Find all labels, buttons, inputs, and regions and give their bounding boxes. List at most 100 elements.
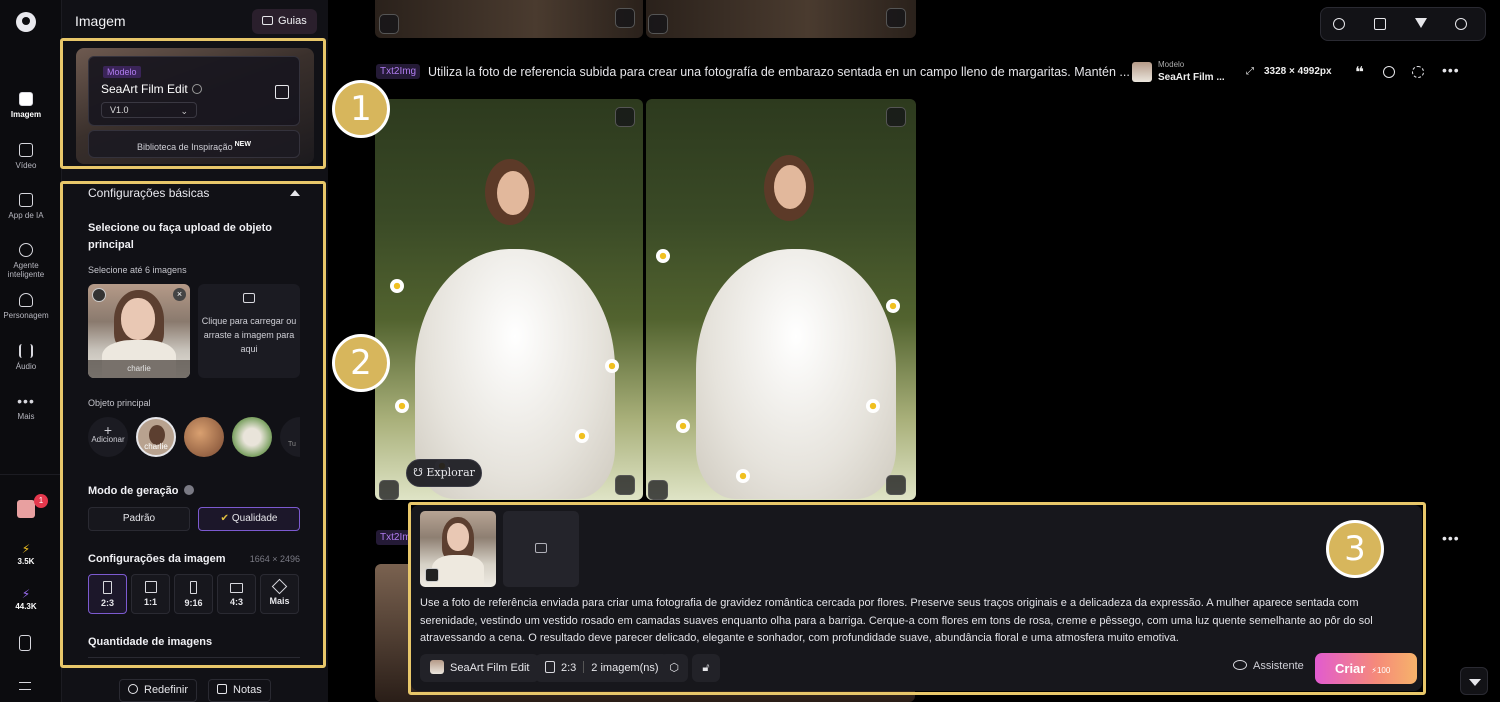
model-chip[interactable]: SeaArt Film Edit xyxy=(420,654,540,682)
section-heading[interactable]: Configurações básicas xyxy=(88,186,209,200)
new-badge: NEW xyxy=(234,141,251,148)
grid-icon[interactable] xyxy=(1374,18,1386,30)
character-icon xyxy=(19,293,33,307)
info-icon[interactable] xyxy=(191,84,202,94)
rail-item-video[interactable]: Vídeo xyxy=(0,143,52,170)
add-to-canvas-icon[interactable] xyxy=(886,107,906,127)
refresh-icon[interactable] xyxy=(1412,66,1424,78)
daisy xyxy=(886,299,900,313)
rail-item-label: Personagem xyxy=(3,311,49,320)
cube-button[interactable]: ⬡ xyxy=(660,654,688,682)
ratio-4-3[interactable]: 4:3 xyxy=(217,574,256,614)
create-button[interactable]: Criar ⚡100 xyxy=(1315,653,1417,684)
add-object-button[interactable]: + Adicionar xyxy=(88,417,128,457)
ai-app-icon xyxy=(19,193,33,207)
ratio-2-3[interactable]: 2:3 xyxy=(88,574,127,614)
prompt-input[interactable]: Use a foto de referência enviada para cr… xyxy=(420,595,1410,648)
generated-image-2[interactable] xyxy=(646,99,916,500)
more-options-icon[interactable]: ••• xyxy=(1442,530,1460,546)
gift-icon[interactable] xyxy=(17,500,35,518)
edit-icon[interactable] xyxy=(886,8,906,28)
add-to-canvas-icon[interactable] xyxy=(615,107,635,127)
cube-icon: ⬡ xyxy=(669,662,679,674)
previous-image-strip[interactable] xyxy=(646,0,916,38)
info-icon[interactable] xyxy=(1383,66,1395,78)
swap-model-icon[interactable] xyxy=(275,85,289,99)
model-tag: Modelo xyxy=(103,66,141,78)
reference-image[interactable] xyxy=(420,511,496,587)
generated-image-1[interactable] xyxy=(375,99,643,500)
notes-button[interactable]: Notas xyxy=(208,679,271,702)
image-icon xyxy=(19,92,33,106)
create-cost: ⚡100 xyxy=(1371,666,1391,675)
ratio-count-chip[interactable]: 2:3 2 imagem(ns) xyxy=(535,654,669,682)
notification-badge: 1 xyxy=(34,494,48,508)
previous-image-strip[interactable] xyxy=(375,0,643,38)
search-icon[interactable] xyxy=(1333,18,1345,30)
quote-icon[interactable]: ❝ xyxy=(1355,63,1364,81)
model-name: SeaArt Film Edit xyxy=(101,82,202,96)
pencil-icon xyxy=(271,578,288,595)
quantity-label: Quantidade de imagens xyxy=(88,636,213,648)
assistant-button[interactable]: Assistente xyxy=(1233,660,1304,672)
save-icon[interactable] xyxy=(648,480,668,500)
ratio-more[interactable]: Mais xyxy=(260,574,299,614)
save-icon[interactable] xyxy=(379,14,399,34)
version-select[interactable]: V1.0 ⌄ xyxy=(101,102,197,118)
rail-item-ai-app[interactable]: App de IA xyxy=(0,193,52,220)
menu-icon[interactable] xyxy=(19,682,31,690)
mode-quality-button[interactable]: ✔ Qualidade xyxy=(198,507,300,531)
lock-button[interactable]: 🔓︎ xyxy=(692,654,720,682)
inspiration-library-button[interactable]: Biblioteca de Inspiração NEW xyxy=(88,130,300,158)
image-dimensions: 1664 × 2496 xyxy=(249,554,300,564)
scroll-down-button[interactable] xyxy=(1460,667,1488,695)
model-card[interactable]: Modelo SeaArt Film Edit V1.0 ⌄ Bibliotec… xyxy=(76,48,314,164)
image-dimensions: 3328 × 4992px xyxy=(1264,66,1332,77)
rail-item-image[interactable]: Imagem xyxy=(0,92,52,119)
object-dog[interactable] xyxy=(232,417,272,457)
credits-stat-a[interactable]: ⚡ 3.5K xyxy=(0,543,52,566)
rail-item-more[interactable]: ••• Mais xyxy=(0,394,52,421)
model-selector[interactable]: Modelo SeaArt Film Edit V1.0 ⌄ xyxy=(88,56,300,126)
mobile-icon[interactable] xyxy=(19,635,31,651)
filter-icon[interactable] xyxy=(1415,18,1427,28)
info-icon[interactable] xyxy=(184,485,195,495)
portrait-face xyxy=(447,523,469,551)
collapse-caret-icon[interactable] xyxy=(290,190,300,196)
prompt-preview[interactable]: Utiliza la foto de referencia subida par… xyxy=(428,65,1130,79)
remove-image-icon[interactable]: × xyxy=(173,288,186,301)
eye-off-icon[interactable] xyxy=(1455,18,1467,30)
ratio-label: 9:16 xyxy=(184,598,203,608)
mode-standard-button[interactable]: Padrão xyxy=(88,507,190,531)
rail-item-audio[interactable]: Áudio xyxy=(0,344,52,371)
guides-button[interactable]: Guias xyxy=(252,9,317,34)
model-name[interactable]: SeaArt Film ... xyxy=(1158,72,1225,83)
upload-dropzone[interactable]: Clique para carregar ou arraste a imagem… xyxy=(198,284,300,378)
edit-icon[interactable] xyxy=(615,8,635,28)
app-logo-icon[interactable] xyxy=(16,12,36,32)
rail-item-character[interactable]: Personagem xyxy=(0,293,52,320)
daisy xyxy=(605,359,619,373)
object-couple[interactable] xyxy=(184,417,224,457)
explore-button[interactable]: ☋ Explorar xyxy=(406,459,482,487)
uploaded-subject-image[interactable]: × charlie xyxy=(88,284,190,378)
rail-item-agent[interactable]: Agente inteligente xyxy=(0,243,52,279)
save-icon[interactable] xyxy=(379,480,399,500)
edit-icon[interactable] xyxy=(886,475,906,495)
ratio-9-16[interactable]: 9:16 xyxy=(174,574,213,614)
object-charlie[interactable]: charlie xyxy=(136,417,176,457)
quantity-options[interactable] xyxy=(88,657,300,670)
ratio-1-1[interactable]: 1:1 xyxy=(131,574,170,614)
rail-item-label: Mais xyxy=(17,412,35,421)
credits-stat-b[interactable]: ⚡ 44.3K xyxy=(0,588,52,611)
add-reference-button[interactable] xyxy=(503,511,579,587)
subject-heading: Selecione ou faça upload de objeto princ… xyxy=(88,222,272,251)
more-options-icon[interactable]: ••• xyxy=(1442,62,1460,78)
edit-icon[interactable] xyxy=(615,475,635,495)
save-icon[interactable] xyxy=(648,14,668,34)
reset-button[interactable]: Redefinir xyxy=(119,679,198,702)
upload-image-icon xyxy=(243,293,255,303)
object-more[interactable]: Tu xyxy=(280,417,300,457)
inspiration-label: Biblioteca de Inspiração xyxy=(137,142,233,152)
reference-type-icon[interactable] xyxy=(425,568,439,582)
